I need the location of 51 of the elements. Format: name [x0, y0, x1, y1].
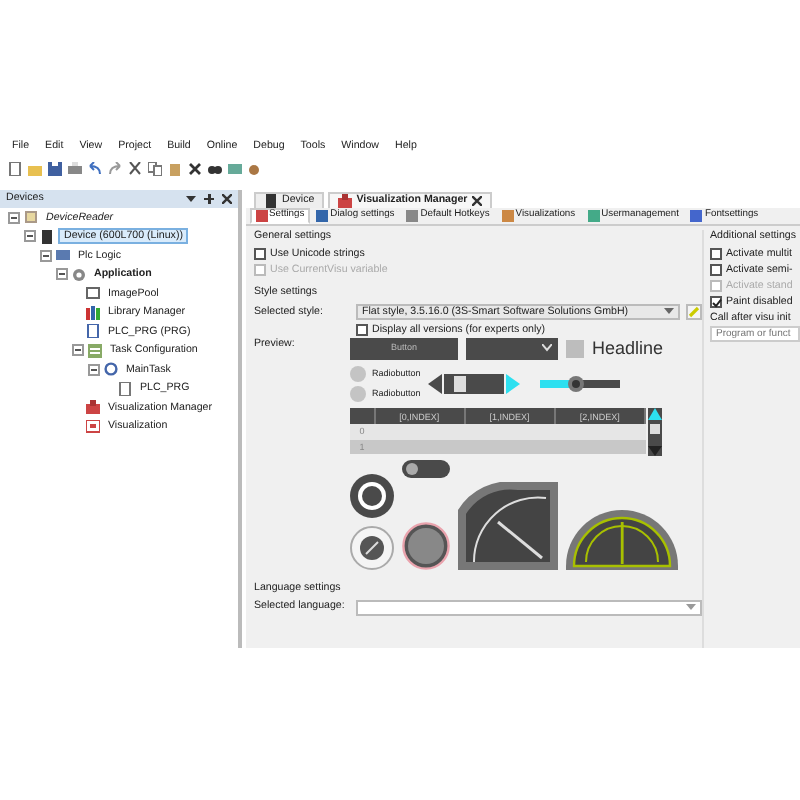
- device-icon: [40, 229, 54, 244]
- collapse-icon[interactable]: [40, 249, 52, 262]
- slider[interactable]: [540, 373, 621, 394]
- toggle-switch[interactable]: [402, 459, 450, 478]
- close-icon[interactable]: [222, 194, 232, 204]
- caret-icon: [664, 308, 674, 317]
- collapse-icon[interactable]: [24, 230, 36, 243]
- spin-control-drawing[interactable]: [428, 373, 521, 394]
- gauge-drawing: [458, 481, 558, 570]
- new-file-icon[interactable]: [8, 161, 22, 175]
- tab-icon: [406, 210, 419, 222]
- collapse-icon[interactable]: [56, 268, 68, 281]
- tab-icon: [587, 210, 600, 222]
- knob-drawing[interactable]: [350, 525, 394, 570]
- collapse-icon[interactable]: [8, 211, 20, 224]
- tab-icon: [255, 210, 267, 222]
- redo-icon[interactable]: [108, 161, 122, 175]
- lamp-drawing: [350, 473, 394, 518]
- checkbox[interactable]: [566, 339, 584, 358]
- find-icon[interactable]: [208, 161, 222, 175]
- tab-icon: [690, 210, 703, 222]
- undo-icon[interactable]: [88, 161, 102, 175]
- caret-icon: [542, 344, 552, 353]
- collapse-icon[interactable]: [88, 363, 100, 376]
- pencil-icon: [688, 306, 700, 319]
- document-icon: [86, 324, 100, 339]
- books-icon: [86, 305, 100, 320]
- check-icon: [712, 298, 722, 309]
- delete-icon[interactable]: [188, 161, 202, 175]
- tab-icon: [501, 210, 514, 222]
- copy-icon[interactable]: [148, 161, 162, 175]
- dropdown[interactable]: [466, 337, 558, 360]
- device-icon: [264, 194, 278, 208]
- close-icon[interactable]: [471, 196, 482, 206]
- gauge-drawing: [566, 509, 678, 570]
- tab-icon: [316, 210, 329, 222]
- task-list-icon: [88, 343, 102, 358]
- table-header: [350, 408, 374, 425]
- save-icon[interactable]: [48, 161, 62, 175]
- print-icon[interactable]: [68, 161, 82, 175]
- headline: Headline: [592, 337, 664, 360]
- dropdown-icon[interactable]: [186, 194, 196, 204]
- image-icon: [86, 286, 100, 301]
- document-icon: [118, 381, 132, 396]
- cycle-icon: [104, 362, 118, 377]
- round-button-drawing[interactable]: [402, 521, 450, 570]
- caret-icon: [686, 603, 696, 612]
- cut-icon[interactable]: [128, 161, 142, 175]
- scrollbar-drawing[interactable]: [648, 407, 662, 456]
- screen-icon: [86, 419, 100, 434]
- collapse-icon[interactable]: [72, 344, 84, 357]
